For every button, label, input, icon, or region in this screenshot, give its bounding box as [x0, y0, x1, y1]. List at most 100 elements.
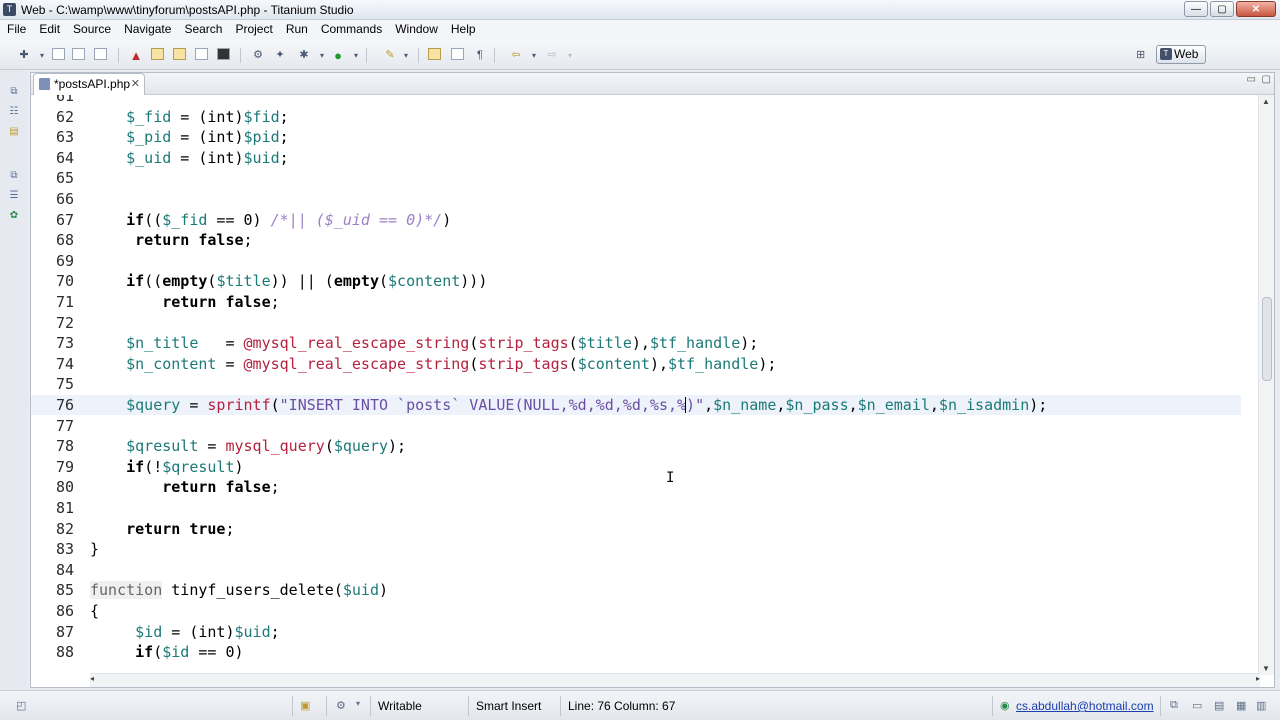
open-perspective-icon[interactable]: ⊞ — [1136, 48, 1150, 61]
back-dropdown-icon[interactable]: ▾ — [526, 48, 542, 63]
menu-file[interactable]: File — [0, 20, 32, 40]
minimize-button[interactable]: — — [1184, 1, 1208, 17]
line-number: 62 — [55, 107, 74, 126]
line-number: 73 — [55, 334, 74, 353]
status-separator — [370, 696, 371, 716]
code-line: 73 $n_title = @mysql_real_escape_string(… — [31, 333, 1241, 353]
fast-view-icon[interactable]: ◰ — [16, 699, 26, 712]
restore-view-icon[interactable]: ⧉ — [7, 170, 21, 184]
code-line: 78 $qresult = mysql_query($query); — [31, 436, 1241, 456]
status-separator — [468, 696, 469, 716]
left-trim-bar: ⧉ ☷ ▤ ⧉ ☰ ✿ — [0, 70, 28, 688]
user-account-link[interactable]: cs.abdullah@hotmail.com — [1016, 699, 1154, 713]
save-all-icon[interactable] — [72, 48, 85, 60]
maximize-button[interactable]: ▢ — [1210, 1, 1234, 17]
line-number: 80 — [55, 478, 74, 497]
code-line: 80 return false; — [31, 477, 1241, 497]
scroll-right-icon[interactable]: ▸ — [1256, 674, 1260, 683]
ibeam-cursor-icon: I — [666, 470, 675, 486]
code-text: } — [90, 540, 100, 559]
word-wrap-icon[interactable] — [451, 48, 464, 60]
status-separator — [292, 696, 293, 716]
terminal-view-icon[interactable]: ▦ — [1236, 699, 1246, 712]
menu-source[interactable]: Source — [66, 20, 117, 40]
web-perspective-button[interactable]: T Web — [1156, 45, 1206, 64]
code-line: 86 { — [31, 601, 1241, 621]
deploy-icon[interactable]: ⚙ — [250, 48, 266, 63]
outline-icon[interactable]: ☰ — [7, 190, 21, 204]
show-whitespace-icon[interactable]: ¶ — [472, 48, 488, 63]
menu-run[interactable]: Run — [279, 20, 314, 40]
tasks-icon[interactable]: ▤ — [1214, 699, 1224, 712]
block-select-icon[interactable] — [195, 48, 208, 60]
toggle-outline-icon[interactable] — [151, 48, 164, 60]
menu-search[interactable]: Search — [177, 20, 228, 40]
project-icon[interactable]: ▣ — [300, 699, 310, 712]
forward-arrow-icon[interactable]: ⇨ — [544, 48, 560, 63]
scroll-up-icon[interactable]: ▲ — [1262, 97, 1270, 106]
print-icon[interactable] — [94, 48, 107, 60]
vertical-scrollbar[interactable]: ▲ ▼ — [1258, 95, 1274, 675]
highlight-icon[interactable] — [428, 48, 441, 60]
run-dropdown-icon[interactable]: ▾ — [348, 48, 364, 63]
progress-view-icon[interactable]: ▥ — [1256, 699, 1266, 712]
code-area[interactable]: 61 62 $_fid = (int)$fid; 63 $_pid = (int)$… — [31, 95, 1259, 676]
restore-icon[interactable]: ⧉ — [1170, 699, 1178, 712]
new-file-icon[interactable]: ✚ — [16, 48, 32, 63]
line-number: 64 — [55, 148, 74, 167]
settings-dropdown-icon[interactable]: ▾ — [356, 699, 360, 708]
tab-postsapi-php[interactable]: *postsAPI.php ✕ — [33, 73, 145, 95]
scroll-down-icon[interactable]: ▼ — [1262, 664, 1270, 673]
tab-close-icon[interactable]: ✕ — [131, 74, 140, 94]
line-number: 65 — [55, 169, 74, 188]
console-icon[interactable]: ▭ — [1192, 699, 1202, 712]
code-line: 68 return false; — [31, 230, 1241, 250]
line-number: 70 — [55, 272, 74, 291]
code-line: 71 return false; — [31, 292, 1241, 312]
toggle-mark-icon[interactable] — [173, 48, 186, 60]
wizard-icon[interactable]: ✦ — [272, 48, 288, 63]
minimize-editor-icon[interactable]: ▭ — [1247, 74, 1256, 85]
code-line: 82 return true; — [31, 519, 1241, 539]
close-button[interactable]: ✕ — [1236, 1, 1276, 17]
project-explorer-icon[interactable]: ☷ — [7, 106, 21, 120]
restore-view-icon[interactable]: ⧉ — [7, 86, 21, 100]
maximize-editor-icon[interactable]: ▢ — [1262, 74, 1271, 85]
code-line: 84 — [31, 560, 1241, 580]
vertical-scroll-thumb[interactable] — [1262, 297, 1272, 381]
forward-dropdown-icon[interactable]: ▾ — [562, 48, 578, 63]
scroll-left-icon[interactable]: ◂ — [90, 674, 94, 683]
status-separator — [992, 696, 993, 716]
line-number: 79 — [55, 457, 74, 476]
line-number: 63 — [55, 128, 74, 147]
line-number: 68 — [55, 231, 74, 250]
save-icon[interactable] — [52, 48, 65, 60]
app-explorer-icon[interactable]: ✿ — [7, 210, 21, 224]
menu-commands[interactable]: Commands — [314, 20, 388, 40]
samples-icon[interactable]: ▤ — [7, 126, 21, 140]
settings-gear-icon[interactable]: ⚙ — [336, 699, 346, 712]
external-tools-dropdown-icon[interactable]: ▾ — [398, 48, 414, 63]
menu-navigate[interactable]: Navigate — [117, 20, 177, 40]
menu-window[interactable]: Window — [388, 20, 444, 40]
status-separator — [1160, 696, 1161, 716]
external-tools-icon[interactable]: ✎ — [382, 48, 398, 63]
run-icon[interactable]: ● — [330, 48, 346, 63]
new-dropdown-icon[interactable]: ▾ — [34, 48, 50, 63]
window-title: Web - C:\wamp\www\tinyforum\postsAPI.php… — [21, 3, 354, 17]
code-line: 79 if(!$qresult) — [31, 457, 1241, 477]
menu-project[interactable]: Project — [228, 20, 278, 40]
code-line: 72 — [31, 313, 1241, 333]
problems-warning-icon[interactable]: ▲ — [128, 48, 144, 63]
code-text: if(!$qresult) — [126, 457, 244, 476]
horizontal-scrollbar[interactable]: ◂ ▸ — [90, 673, 1260, 687]
menu-help[interactable]: Help — [444, 20, 482, 40]
toolbar-separator — [494, 48, 495, 63]
toolbar-separator — [418, 48, 419, 63]
menu-edit[interactable]: Edit — [32, 20, 66, 40]
back-arrow-icon[interactable]: ⇦ — [508, 48, 524, 63]
code-text: $_fid = (int)$fid; — [126, 107, 289, 126]
debug-dropdown-icon[interactable]: ▾ — [314, 48, 330, 63]
debug-icon[interactable]: ✱ — [296, 48, 312, 63]
terminal-icon[interactable] — [217, 48, 230, 60]
